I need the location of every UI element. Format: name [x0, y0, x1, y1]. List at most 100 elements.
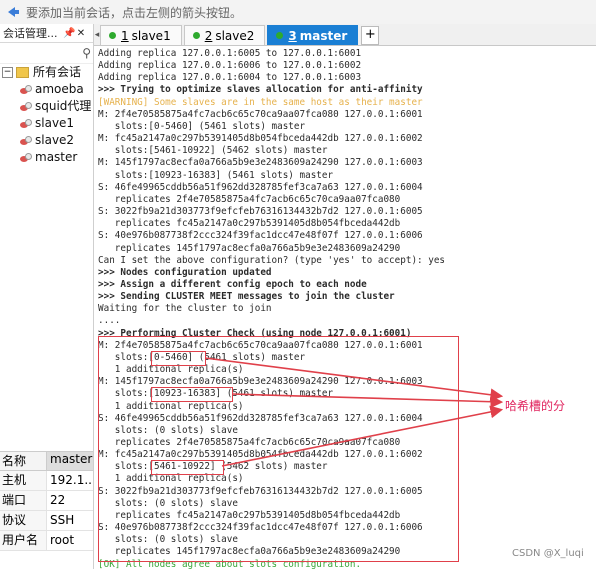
- terminal-line: >>> Nodes configuration updated: [98, 266, 272, 278]
- property-row: 协议 SSH: [0, 511, 93, 531]
- tree-root-all-sessions[interactable]: − 所有会话: [0, 64, 93, 81]
- terminal-line: 1 additional replica(s): [98, 400, 244, 412]
- add-tab-button[interactable]: +: [361, 26, 380, 45]
- terminal-line: Can I set the above configuration? (type…: [98, 254, 446, 266]
- terminal-line: slots:[10923-16383] (5461 slots) master: [98, 169, 334, 181]
- property-value: root: [50, 533, 75, 547]
- terminal-line: M: 145f1797ac8ecfa0a766a5b9e3e2483609a24…: [98, 376, 423, 388]
- connected-status-icon: [192, 32, 200, 39]
- session-item-label: amoeba: [35, 82, 84, 96]
- terminal-line: slots:[5461-10922] (5462 slots) master: [98, 461, 328, 473]
- property-key: 用户名: [0, 531, 47, 550]
- terminal-line: replicates 145f1797ac8ecfa0a766a5b9e3e24…: [98, 242, 401, 254]
- terminal-line: replicates 2f4e70585875a4fc7acb6c65c70ca…: [98, 193, 401, 205]
- session-search-input[interactable]: ⚲: [0, 43, 93, 64]
- terminal-line: slots:[0-5460] (5461 slots) master: [98, 351, 306, 363]
- tree-root-label: 所有会话: [33, 65, 82, 79]
- session-item-label: slave1: [35, 116, 75, 130]
- property-key: 协议: [0, 511, 47, 530]
- top-hint-text: 要添加当前会话，点击左侧的箭头按钮。: [26, 5, 243, 20]
- terminal-line: Adding replica 127.0.0.1:6005 to 127.0.0…: [98, 48, 362, 59]
- tab-slave1[interactable]: 1 slave1: [100, 25, 182, 45]
- terminal-line: S: 46fe49965cddb56a51f962dd328785fef3ca7…: [98, 412, 423, 424]
- tab-master[interactable]: 3 master: [267, 25, 359, 45]
- terminal-line: M: fc45a2147a0c297b5391405d8b054fbceda44…: [98, 449, 423, 461]
- folder-icon: [16, 67, 29, 78]
- session-item-slave1[interactable]: slave1: [0, 115, 93, 132]
- terminal-line: >>> Trying to optimize slaves allocation…: [98, 84, 423, 96]
- session-item-amoeba[interactable]: amoeba: [0, 81, 93, 98]
- properties-header-name: 名称: [0, 452, 47, 470]
- terminal-text: Adding replica 127.0.0.1:6005 to 127.0.0…: [94, 46, 596, 569]
- terminal-line: >>> Sending CLUSTER MEET messages to joi…: [98, 291, 395, 303]
- connected-status-icon: [276, 32, 284, 39]
- session-item-label: slave2: [35, 133, 75, 147]
- terminal-line: replicates fc45a2147a0c297b5391405d8b054…: [98, 218, 401, 230]
- terminal-line: replicates fc45a2147a0c297b5391405d8b054…: [98, 509, 401, 521]
- tab-slave2[interactable]: 2 slave2: [183, 25, 266, 45]
- property-value: SSH: [50, 513, 75, 527]
- property-row: 端口 22: [0, 491, 93, 511]
- session-tab-bar: ◂ 1 slave1 2 slave2 3 master +: [94, 24, 596, 46]
- session-icon: [20, 101, 32, 112]
- session-icon: [20, 118, 32, 129]
- terminal-line: slots: (0 slots) slave: [98, 424, 238, 436]
- watermark: CSDN @X_luqi: [512, 548, 584, 559]
- property-row: 主机 192.1...: [0, 471, 93, 491]
- terminal-line: M: 2f4e70585875a4fc7acb6c65c70ca9aa07fca…: [98, 339, 423, 351]
- connected-status-icon: [109, 32, 116, 39]
- terminal-line: slots: (0 slots) slave: [98, 497, 238, 509]
- terminal-line: replicates 2f4e70585875a4fc7acb6c65c70ca…: [98, 437, 401, 448]
- terminal-line: S: 3022fb9a21d303773f9efcfeb76316134432b…: [98, 485, 423, 497]
- session-panel-title: 会话管理...: [3, 27, 58, 40]
- terminal-output[interactable]: Adding replica 127.0.0.1:6005 to 127.0.0…: [94, 46, 596, 569]
- session-item-squid[interactable]: squid代理: [0, 98, 93, 115]
- terminal-line: slots:[10923-16383] (5461 slots) master: [98, 388, 334, 400]
- tab-number: 1: [121, 28, 129, 43]
- property-row: 用户名 root: [0, 531, 93, 551]
- hash-slot-annotation: 哈希槽的分: [505, 399, 566, 413]
- tab-label: slave2: [215, 28, 255, 43]
- terminal-line: slots: (0 slots) slave: [98, 534, 238, 546]
- session-icon: [20, 135, 32, 146]
- tab-number: 2: [204, 28, 213, 43]
- terminal-line: 1 additional replica(s): [98, 364, 244, 376]
- session-manager-panel: 会话管理... 📌 ✕ ⚲ − 所有会话 amoeba squid代理 slav…: [0, 24, 94, 569]
- session-panel-header: 会话管理... 📌 ✕: [0, 24, 93, 43]
- properties-header: 名称 master: [0, 451, 93, 471]
- close-icon[interactable]: ✕: [75, 28, 87, 39]
- property-key: 主机: [0, 471, 47, 490]
- add-session-arrow-icon[interactable]: [6, 5, 20, 19]
- top-hint-bar: 要添加当前会话，点击左侧的箭头按钮。: [0, 0, 596, 25]
- terminal-line: [OK] All nodes agree about slots configu…: [98, 558, 362, 569]
- terminal-line: S: 3022fb9a21d303773f9efcfeb76316134432b…: [98, 206, 423, 218]
- session-icon: [20, 84, 32, 95]
- pin-icon[interactable]: 📌: [63, 28, 75, 39]
- terminal-line: ....: [98, 315, 121, 327]
- terminal-line: S: 40e976b087738f2ccc324f39fac1dcc47e48f…: [98, 230, 423, 242]
- tab-number: 3: [288, 28, 297, 43]
- terminal-line: S: 40e976b087738f2ccc324f39fac1dcc47e48f…: [98, 522, 423, 534]
- terminal-line: 1 additional replica(s): [98, 473, 244, 485]
- terminal-line: Adding replica 127.0.0.1:6004 to 127.0.0…: [98, 72, 362, 84]
- session-item-master[interactable]: master: [0, 149, 93, 166]
- terminal-line: Adding replica 127.0.0.1:6006 to 127.0.0…: [98, 60, 362, 72]
- session-icon: [20, 152, 32, 163]
- properties-header-value: master: [47, 452, 93, 470]
- terminal-line: >>> Assign a different config epoch to e…: [98, 278, 367, 290]
- property-value: 192.1...: [50, 473, 93, 487]
- property-value: 22: [50, 493, 66, 507]
- tab-label: slave1: [131, 28, 171, 43]
- session-item-slave2[interactable]: slave2: [0, 132, 93, 149]
- session-item-label: squid代理: [35, 99, 92, 113]
- collapse-icon[interactable]: −: [2, 67, 13, 78]
- session-properties-table: 名称 master 主机 192.1... 端口 22 协议 SSH 用户名 r…: [0, 451, 93, 551]
- terminal-line: slots:[0-5460] (5461 slots) master: [98, 120, 306, 132]
- terminal-line: M: fc45a2147a0c297b5391405d8b054fbceda44…: [98, 133, 423, 145]
- terminal-line: M: 145f1797ac8ecfa0a766a5b9e3e2483609a24…: [98, 157, 423, 169]
- search-icon[interactable]: ⚲: [82, 46, 91, 60]
- terminal-line: S: 46fe49965cddb56a51f962dd328785fef3ca7…: [98, 181, 423, 193]
- terminal-line: [WARNING] Some slaves are in the same ho…: [98, 96, 423, 108]
- terminal-line: >>> Performing Cluster Check (using node…: [98, 327, 412, 339]
- terminal-line: slots:[5461-10922] (5462 slots) master: [98, 145, 328, 157]
